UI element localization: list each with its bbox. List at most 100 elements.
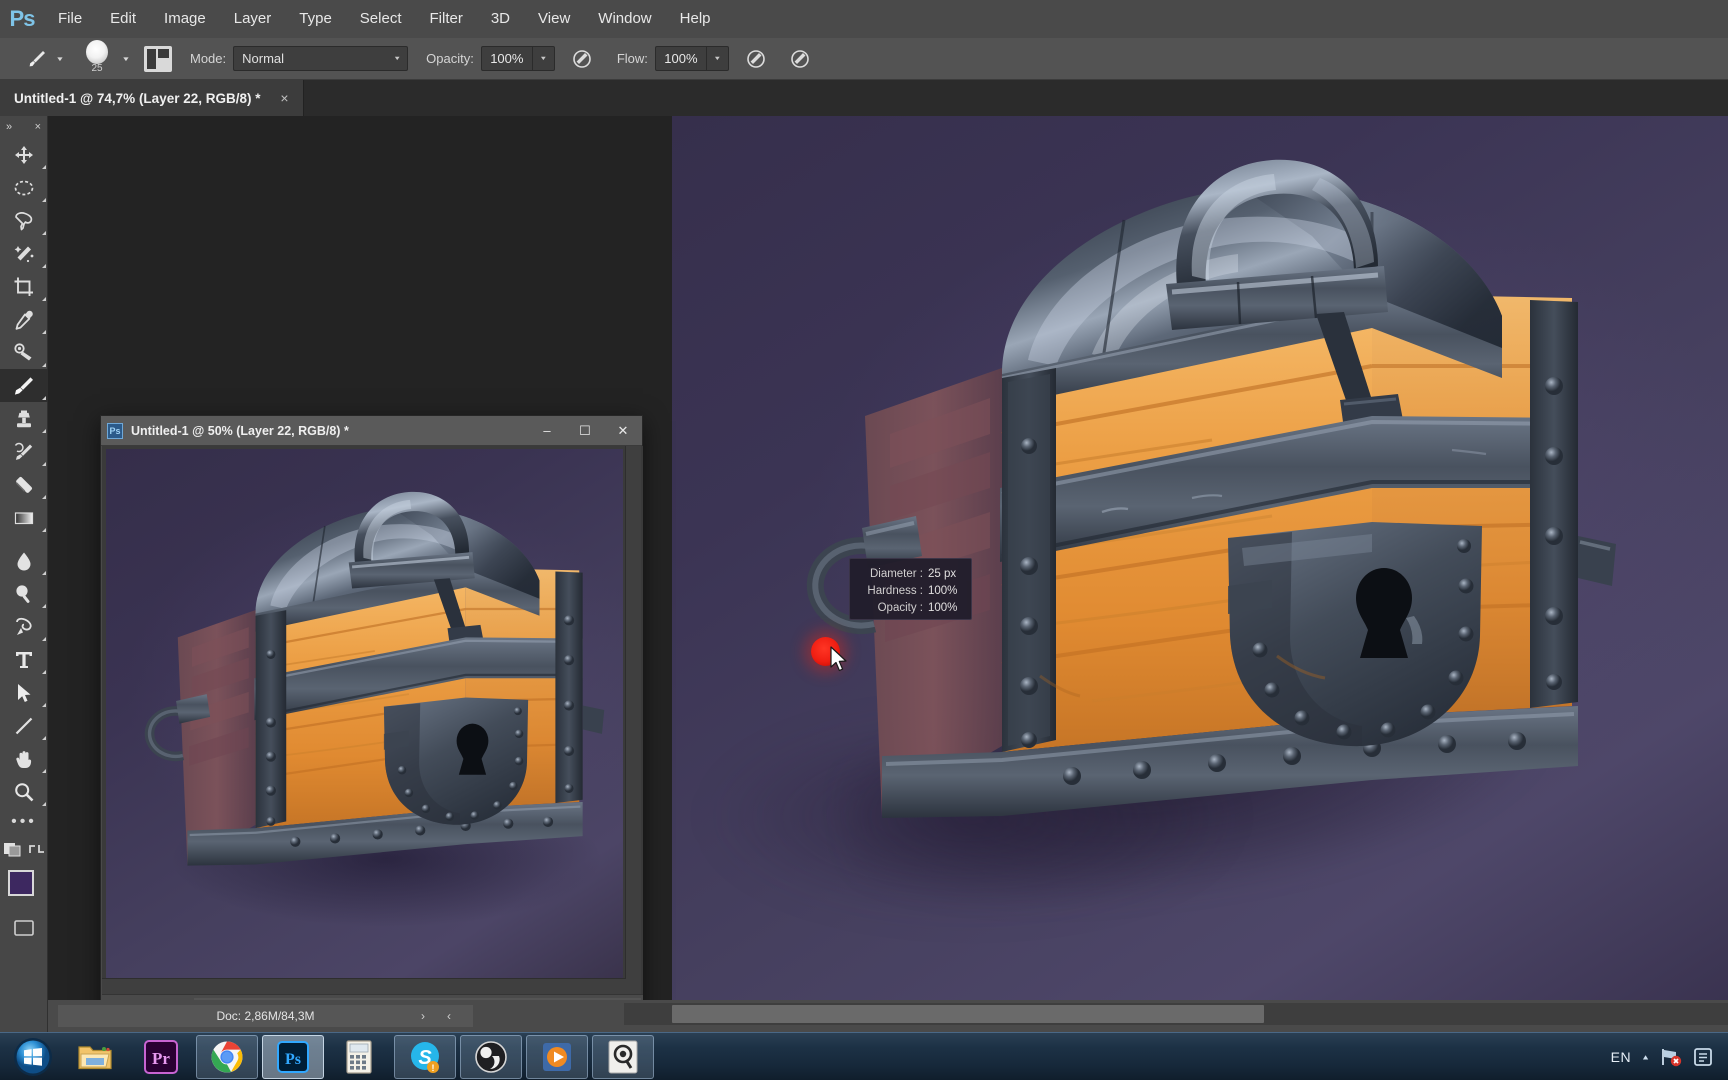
blend-mode-caret-icon: ▼ (393, 55, 402, 62)
tools-panel: » × ••• (0, 116, 48, 1061)
tray-show-hidden-icon[interactable]: ▲ (1641, 1053, 1650, 1061)
floating-window-horizontal-scrollbar[interactable] (102, 978, 626, 994)
hud-row-opacity: Opacity : 100% (850, 599, 962, 616)
quick-mask-row (0, 836, 48, 866)
eraser-tool[interactable] (0, 468, 48, 501)
move-tool[interactable] (0, 138, 48, 171)
hud-hardness-label: Hardness : (867, 584, 923, 597)
brush-tool[interactable] (0, 369, 48, 402)
document-tab[interactable]: Untitled-1 @ 74,7% (Layer 22, RGB/8) * × (0, 80, 304, 116)
screen-mode-button[interactable] (0, 914, 48, 942)
svg-text:!: ! (432, 1063, 435, 1073)
zoom-tool[interactable] (0, 775, 48, 808)
tray-language-indicator[interactable]: EN (1611, 1049, 1631, 1065)
type-tool[interactable] (0, 643, 48, 676)
taskbar-search-app[interactable] (592, 1034, 654, 1079)
svg-text:Ps: Ps (285, 1051, 301, 1068)
hand-tool[interactable] (0, 742, 48, 775)
taskbar-google-chrome[interactable] (196, 1034, 258, 1079)
windows-taskbar: Pr Ps S ! EN ▲ (0, 1032, 1728, 1080)
close-icon[interactable]: ✕ (604, 416, 642, 446)
foreground-color-swatch[interactable] (8, 870, 34, 896)
pen-tool[interactable] (0, 610, 48, 643)
menu-item-filter[interactable]: Filter (416, 0, 477, 38)
brush-preset-picker[interactable]: 25 (76, 40, 118, 78)
brush-panel-toggle-icon[interactable] (144, 45, 172, 72)
application-status-bar: Doc: 2,86M/84,3M › ‹ (48, 1000, 1728, 1032)
toolbar-divider (0, 534, 47, 544)
status-doc-text: Doc: 2,86M/84,3M (216, 1009, 315, 1023)
edit-toolbar-more-icon[interactable]: ••• (0, 808, 48, 836)
floating-window-vertical-scrollbar[interactable] (625, 446, 641, 994)
taskbar-file-explorer[interactable] (64, 1035, 126, 1079)
dodge-tool[interactable] (0, 577, 48, 610)
brush-preset-caret[interactable] (118, 44, 134, 74)
menu-item-view[interactable]: View (524, 0, 584, 38)
brush-tool-preset-caret[interactable] (52, 44, 68, 74)
menu-item-help[interactable]: Help (666, 0, 725, 38)
flow-label: Flow: (616, 51, 648, 66)
taskbar-obs-studio[interactable] (460, 1034, 522, 1079)
blend-mode-select[interactable]: Normal ▼ (233, 46, 409, 71)
opacity-caret-icon[interactable] (532, 46, 555, 71)
taskbar-calculator-notes[interactable] (328, 1035, 390, 1079)
history-brush-tool[interactable] (0, 435, 48, 468)
menu-item-layer[interactable]: Layer (220, 0, 286, 38)
crop-tool[interactable] (0, 270, 48, 303)
menu-item-select[interactable]: Select (346, 0, 416, 38)
floating-window-canvas-wrap[interactable] (102, 446, 643, 994)
status-doc-arrow-right-icon[interactable]: › (421, 1009, 425, 1023)
magic-wand-tool[interactable] (0, 237, 48, 270)
start-button[interactable] (6, 1034, 60, 1080)
menu-item-window[interactable]: Window (584, 0, 665, 38)
menu-item-edit[interactable]: Edit (96, 0, 150, 38)
marquee-tool[interactable] (0, 171, 48, 204)
hud-row-diameter: Diameter : 25 px (850, 565, 962, 582)
floating-window-titlebar[interactable]: Ps Untitled-1 @ 50% (Layer 22, RGB/8) * … (101, 416, 642, 446)
lasso-tool[interactable] (0, 204, 48, 237)
color-swatches[interactable] (0, 868, 48, 914)
canvas-horizontal-scrollbar[interactable] (624, 1003, 1728, 1025)
tray-action-center-icon[interactable] (1692, 1046, 1714, 1068)
gradient-tool[interactable] (0, 501, 48, 534)
taskbar-media-player[interactable] (526, 1034, 588, 1079)
taskbar-photoshop[interactable]: Ps (262, 1034, 324, 1079)
main-document-canvas[interactable] (672, 116, 1728, 1000)
canvas-workspace[interactable]: Diameter : 25 px Hardness : 100% Opacity… (48, 116, 1728, 1026)
opacity-pressure-icon[interactable] (565, 44, 599, 74)
tray-network-flag-icon[interactable] (1660, 1046, 1682, 1068)
quick-mask-icon[interactable] (3, 840, 23, 863)
menu-item-type[interactable]: Type (285, 0, 346, 38)
menu-item-3d[interactable]: 3D (477, 0, 524, 38)
tools-panel-collapse-icon[interactable]: » (6, 121, 12, 133)
floating-document-window[interactable]: Ps Untitled-1 @ 50% (Layer 22, RGB/8) * … (100, 415, 643, 1026)
status-doc-info[interactable]: Doc: 2,86M/84,3M › ‹ (58, 1005, 473, 1027)
opacity-input[interactable]: 100% (480, 46, 533, 71)
taskbar-premiere-pro[interactable]: Pr (130, 1035, 192, 1079)
menu-item-file[interactable]: File (44, 0, 96, 38)
smoothing-options-icon[interactable] (783, 44, 817, 74)
screen-mode-icon[interactable] (28, 840, 46, 863)
eyedropper-tool[interactable] (0, 303, 48, 336)
canvas-scrollbar-thumb[interactable] (672, 1005, 1264, 1023)
minimize-icon[interactable]: – (528, 416, 566, 446)
floating-window-buttons: – ☐ ✕ (528, 416, 642, 446)
healing-brush-tool[interactable] (0, 336, 48, 369)
taskbar-skype[interactable]: S ! (394, 1034, 456, 1079)
airbrush-toggle-icon[interactable] (739, 44, 773, 74)
tools-panel-close-icon[interactable]: × (35, 121, 41, 133)
brush-tool-icon[interactable] (22, 44, 52, 74)
menu-item-image[interactable]: Image (150, 0, 220, 38)
clone-stamp-tool[interactable] (0, 402, 48, 435)
maximize-icon[interactable]: ☐ (566, 416, 604, 446)
document-tab-close-icon[interactable]: × (277, 90, 293, 106)
floating-document-canvas[interactable] (106, 449, 623, 994)
flow-input[interactable]: 100% (654, 46, 707, 71)
system-tray: EN ▲ (1611, 1046, 1728, 1068)
path-selection-tool[interactable] (0, 676, 48, 709)
line-tool[interactable] (0, 709, 48, 742)
flow-caret-icon[interactable] (706, 46, 729, 71)
treasure-chest-artwork-secondary (144, 491, 605, 927)
status-doc-arrow-left-icon[interactable]: ‹ (447, 1009, 451, 1023)
blur-tool[interactable] (0, 544, 48, 577)
